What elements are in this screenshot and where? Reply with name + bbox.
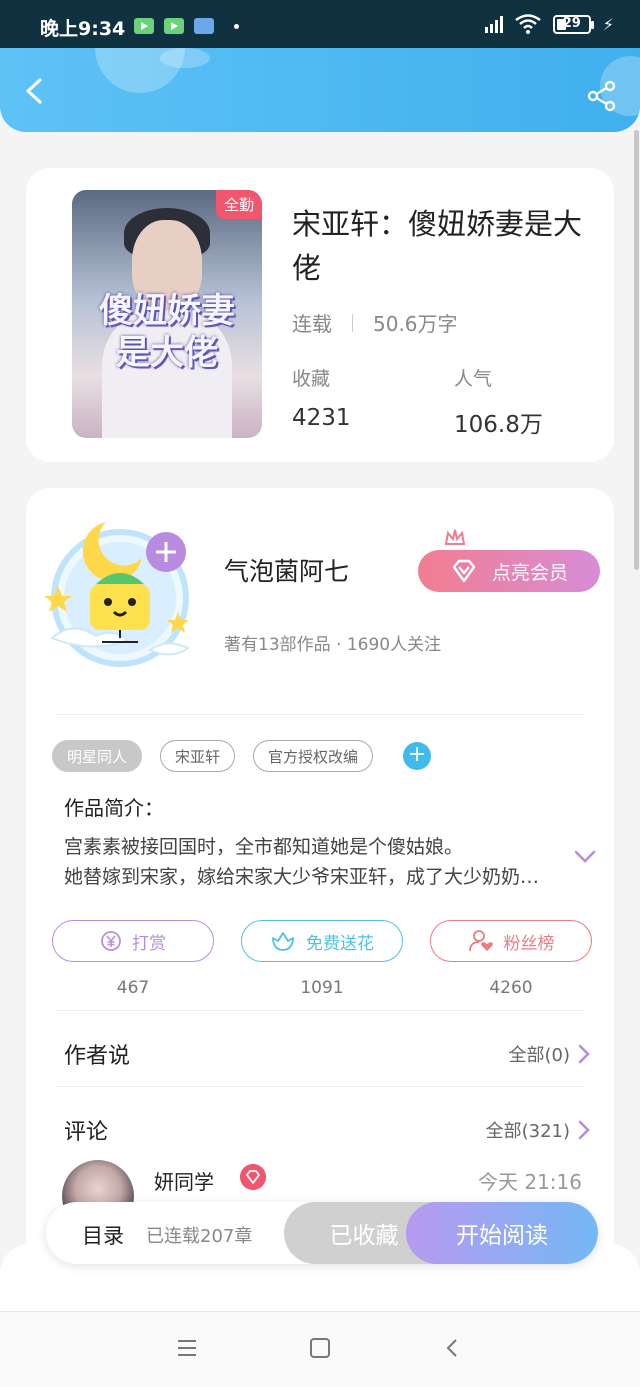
divider bbox=[56, 714, 584, 715]
home-icon[interactable] bbox=[309, 1338, 331, 1358]
action-row: 打赏 467 免费送花 1091 粉丝榜 4260 bbox=[52, 920, 592, 998]
word-count: 50.6万字 bbox=[373, 312, 458, 336]
start-reading-button[interactable]: 开始阅读 bbox=[406, 1202, 598, 1264]
add-tag-button[interactable]: + bbox=[403, 742, 432, 770]
video-app-icon bbox=[164, 18, 184, 34]
book-status: 连载 bbox=[292, 312, 332, 336]
tag-list: 明星同人 宋亚轩 官方授权改编 + bbox=[52, 740, 432, 772]
tip-count: 467 bbox=[116, 978, 150, 998]
popularity-stat: 人气 106.8万 bbox=[454, 368, 543, 438]
flower-count: 1091 bbox=[300, 978, 344, 998]
menu-icon[interactable] bbox=[176, 1338, 198, 1358]
author-avatar[interactable] bbox=[32, 502, 212, 674]
send-flower-button[interactable]: 免费送花 bbox=[241, 920, 403, 962]
system-nav-bar bbox=[0, 1311, 640, 1387]
vip-badge-icon bbox=[240, 1164, 266, 1190]
intro-text[interactable]: 宫素素被接回国时，全市都知道她是个傻姑娘。 她替嫁到宋家，嫁给宋家大少爷宋亚轩，… bbox=[64, 832, 554, 892]
crown-icon bbox=[444, 529, 466, 545]
cover-title-art: 傻妞娇妻 是大佬 bbox=[99, 291, 235, 373]
fan-heart-icon bbox=[468, 930, 493, 952]
chevron-right-icon bbox=[578, 1044, 590, 1064]
chevron-down-icon[interactable] bbox=[574, 850, 596, 864]
author-says-title: 作者说 bbox=[64, 1044, 131, 1069]
status-bar: 晚上9:34 29 ⚡ bbox=[0, 0, 640, 48]
comments-more[interactable]: 全部(321) bbox=[486, 1117, 590, 1143]
tag-item[interactable]: 宋亚轩 bbox=[160, 740, 236, 772]
commenter-name[interactable]: 妍同学 bbox=[154, 1166, 214, 1195]
battery-level: 29 bbox=[562, 15, 581, 31]
comment-time: 今天 21:16 bbox=[478, 1170, 582, 1194]
divider bbox=[56, 1010, 584, 1011]
chevron-right-icon bbox=[578, 1120, 590, 1140]
book-title: 宋亚轩：傻妞娇妻是大佬 bbox=[292, 207, 583, 285]
scrollbar[interactable] bbox=[634, 130, 639, 570]
author-meta: 著有13部作品 · 1690人关注 bbox=[224, 635, 442, 655]
yuan-coin-icon bbox=[101, 931, 121, 951]
signal-icon bbox=[484, 15, 503, 33]
book-cover[interactable]: 傻妞娇妻 是大佬 全勤 bbox=[72, 190, 262, 438]
notification-app-icon bbox=[194, 18, 214, 34]
more-notifications-icon bbox=[234, 23, 239, 29]
divider bbox=[56, 1086, 584, 1087]
comments-title: 评论 bbox=[64, 1120, 109, 1145]
flower-icon bbox=[272, 932, 294, 951]
back-nav-icon[interactable] bbox=[444, 1338, 460, 1358]
full-attendance-badge: 全勤 bbox=[215, 190, 262, 219]
bottom-action-bar: 目录 已连载207章 已收藏 开始阅读 bbox=[46, 1202, 598, 1264]
author-says-more[interactable]: 全部(0) bbox=[509, 1041, 591, 1067]
fan-ranking-button[interactable]: 粉丝榜 bbox=[430, 920, 592, 962]
author-name[interactable]: 气泡菌阿七 bbox=[224, 552, 349, 588]
tag-item[interactable]: 明星同人 bbox=[52, 740, 143, 772]
diamond-icon bbox=[452, 559, 476, 583]
activate-vip-button[interactable]: 点亮会员 bbox=[418, 550, 600, 592]
tip-button[interactable]: 打赏 bbox=[52, 920, 214, 962]
tag-item[interactable]: 官方授权改编 bbox=[253, 740, 374, 772]
share-icon[interactable] bbox=[586, 80, 618, 112]
wifi-icon bbox=[515, 14, 541, 34]
fan-count: 4260 bbox=[489, 978, 533, 998]
intro-label: 作品简介： bbox=[64, 796, 164, 820]
battery-icon: 29 bbox=[552, 14, 594, 34]
book-info-card: 傻妞娇妻 是大佬 全勤 宋亚轩：傻妞娇妻是大佬 连载 50.6万字 收藏 423… bbox=[26, 168, 614, 462]
status-time: 晚上9:34 bbox=[40, 18, 126, 40]
author-says-row[interactable]: 作者说 全部(0) bbox=[64, 1038, 590, 1070]
top-header bbox=[0, 48, 640, 132]
charging-icon: ⚡ bbox=[602, 14, 614, 34]
chapter-count: 已连载207章 bbox=[146, 1226, 253, 1247]
back-icon[interactable] bbox=[20, 76, 50, 106]
comments-row[interactable]: 评论 全部(321) bbox=[64, 1114, 590, 1146]
favorites-stat: 收藏 4231 bbox=[292, 368, 351, 431]
catalog-button[interactable]: 目录 bbox=[82, 1220, 124, 1250]
video-app-icon bbox=[134, 18, 154, 34]
